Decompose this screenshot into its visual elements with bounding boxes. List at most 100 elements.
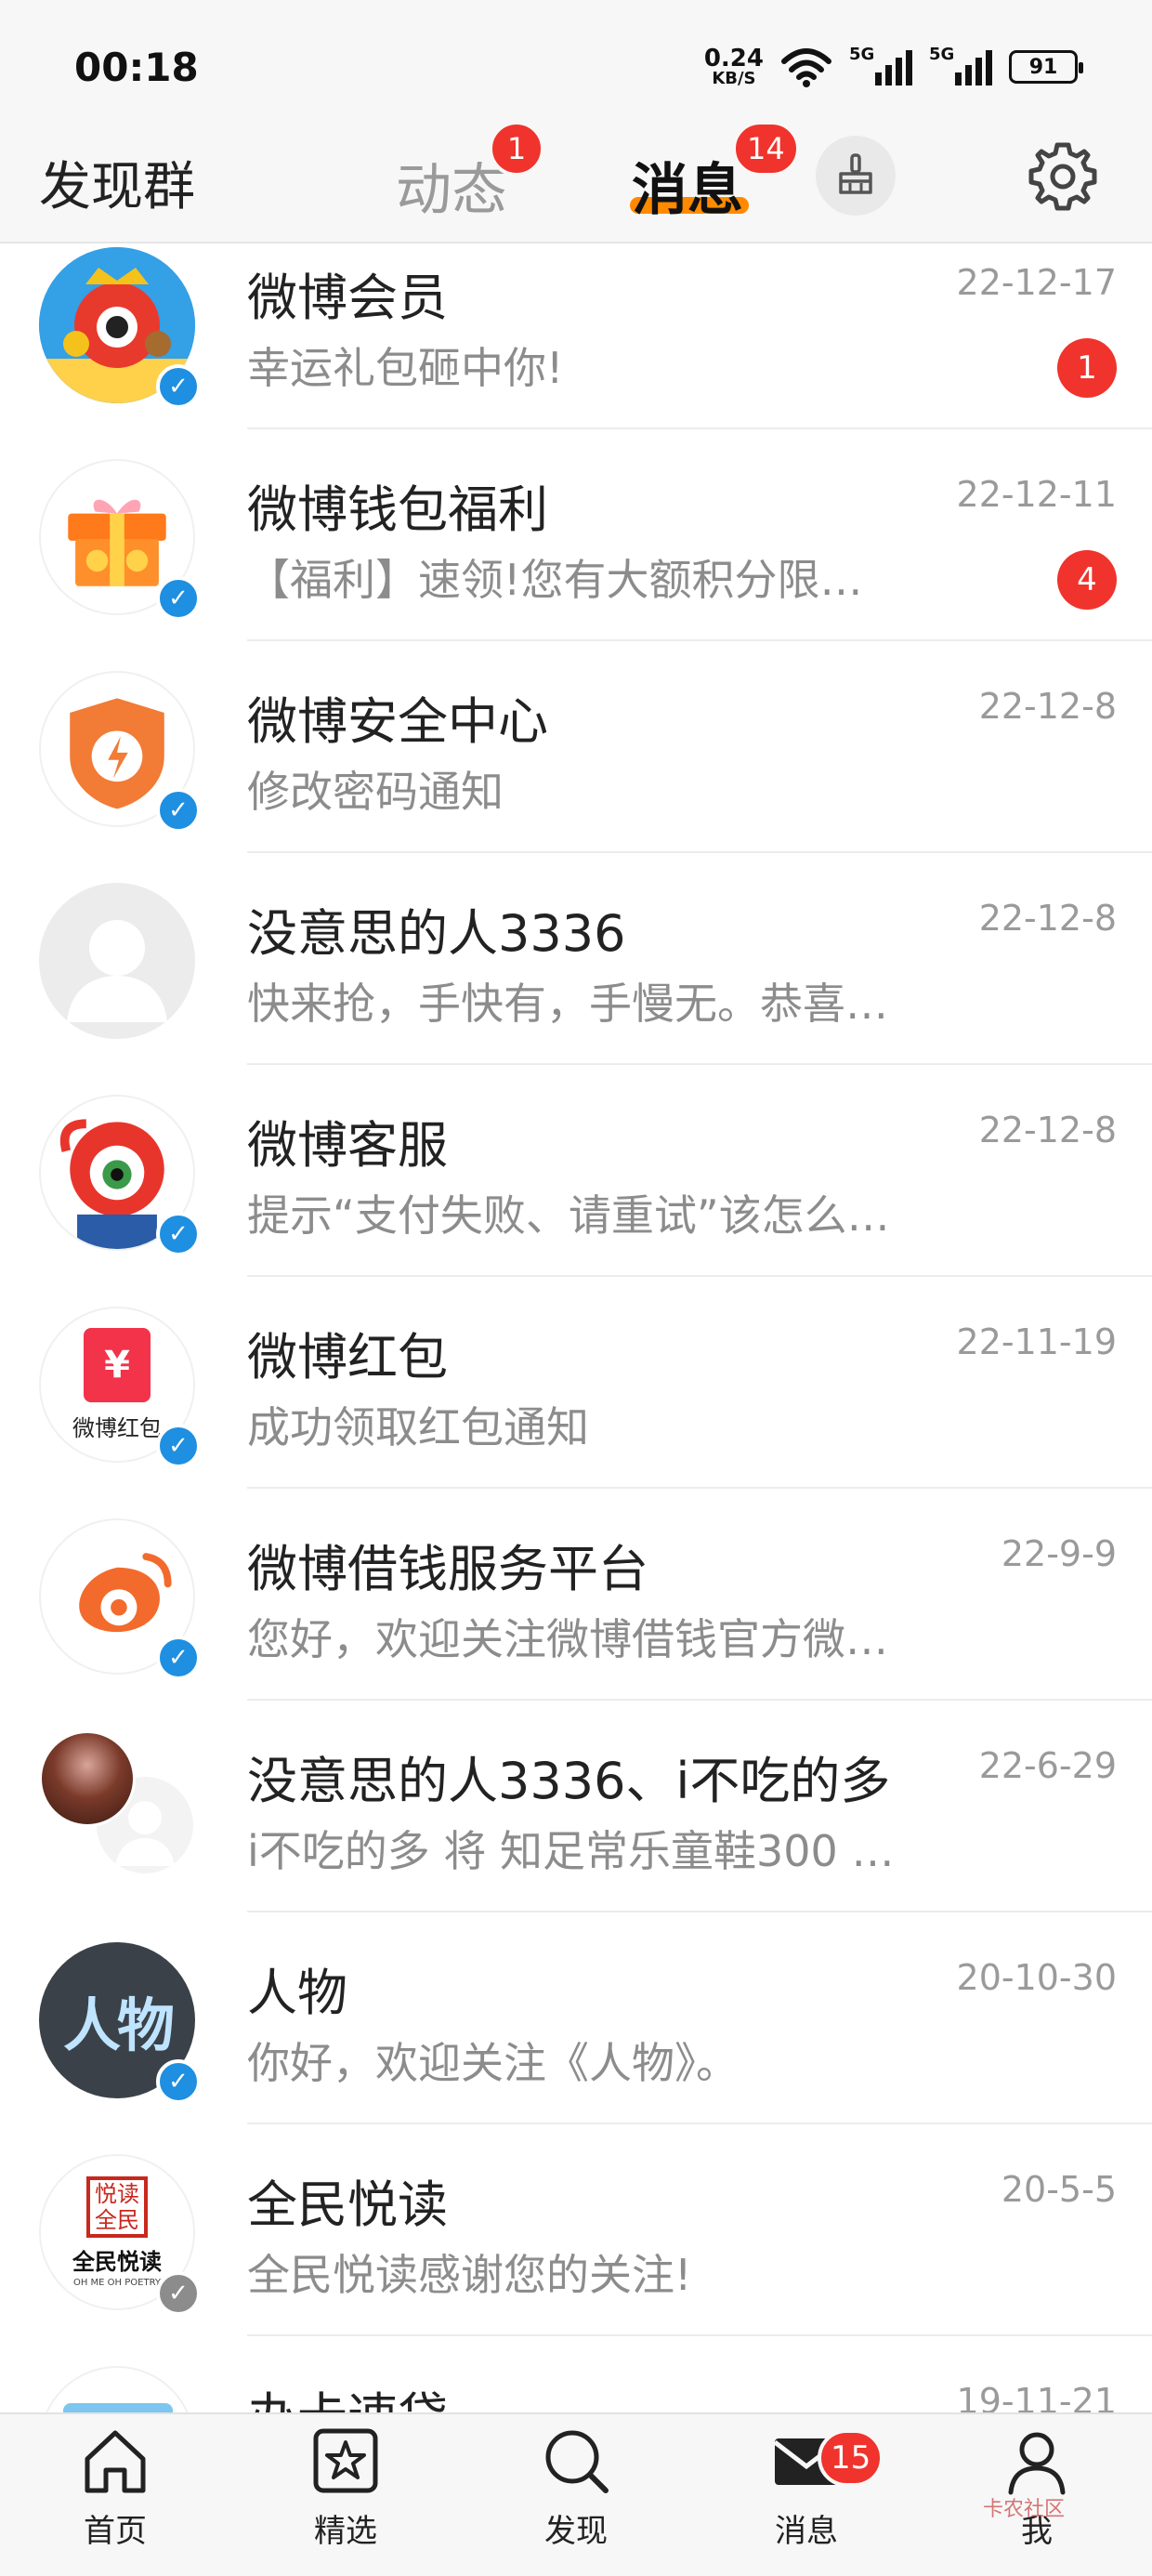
- clean-unread-button[interactable]: [816, 136, 896, 216]
- conversation-date: 22-9-9: [1001, 1533, 1117, 1574]
- tab-home[interactable]: 首页: [50, 2424, 180, 2572]
- conversation-preview: i不吃的多 将 知足常乐童鞋300 …: [247, 1826, 895, 1876]
- avatar-logo-text: 人物: [62, 1991, 175, 2059]
- verified-badge-icon: ✓: [156, 1424, 201, 1468]
- signal-label: 5G: [929, 45, 955, 64]
- conversation-name: 全民悦读: [247, 2175, 448, 2234]
- tab-label: 发现: [544, 2513, 608, 2550]
- profile-icon: [1008, 2432, 1066, 2495]
- conversation-name: 没意思的人3336、i不吃的多: [247, 1752, 891, 1810]
- discover-group-link[interactable]: 发现群: [39, 145, 195, 220]
- wifi-icon: [781, 48, 831, 87]
- group-avatar: [39, 1730, 195, 1886]
- conversation-name: 人物: [247, 1964, 347, 2022]
- verified-badge-icon: ✓: [156, 1212, 201, 1256]
- tab-label: 首页: [84, 2513, 147, 2550]
- conversation-preview: 您好，欢迎关注微博借钱官方微…: [247, 1614, 888, 1664]
- conversation-name: 办卡速贷: [247, 2375, 448, 2412]
- avatar-caption: 全民悦读: [72, 2249, 162, 2275]
- avatar: [39, 2366, 195, 2412]
- conversation-date: 19-11-21: [956, 2381, 1117, 2412]
- battery-icon: 91: [1009, 50, 1083, 84]
- gear-icon[interactable]: [1026, 139, 1100, 214]
- conversation-date: 22-12-8: [978, 1110, 1117, 1150]
- conversation-date: 22-11-19: [956, 1321, 1117, 1362]
- conversation-date: 20-5-5: [1001, 2169, 1117, 2210]
- conversation-preview: 你好，欢迎关注《人物》。: [247, 2038, 739, 2088]
- tab-label: 消息: [775, 2513, 838, 2550]
- avatar: [39, 1730, 136, 1827]
- cellular-signal-icon: 5G: [929, 45, 992, 85]
- verified-badge-icon: ✓: [156, 364, 201, 409]
- conversation-date: 20-10-30: [956, 1957, 1117, 1998]
- message-row[interactable]: 办卡速贷 19-11-21: [0, 2336, 1152, 2412]
- watermark-text: 卡农社区: [983, 2498, 1066, 2521]
- message-row[interactable]: ✓ 微博客服 提示“支付失败、请重试”该怎么… 22-12-8: [0, 1065, 1152, 1277]
- home-icon: [85, 2430, 146, 2493]
- tab-messages[interactable]: 消息: [632, 145, 743, 226]
- avatar-caption: 微博红包: [72, 1414, 162, 1441]
- network-speed-unit: KB/S: [712, 69, 756, 88]
- broom-icon: [839, 153, 872, 194]
- conversation-date: 22-12-17: [956, 262, 1117, 303]
- seal-logo: 悦读全民: [86, 2176, 148, 2238]
- avatar-subcaption: OH ME OH POETRY: [72, 2278, 161, 2288]
- message-row[interactable]: ✓ 微博会员 幸运礼包砸中你! 22-12-17 1: [0, 243, 1152, 429]
- tab-label: 精选: [314, 2513, 377, 2550]
- conversation-date: 22-12-8: [978, 686, 1117, 727]
- conversation-preview: 快来抢，手快有，手慢无。恭喜…: [247, 979, 888, 1029]
- status-icons: 0.24 KB/S 5G 5G 91: [704, 41, 1083, 93]
- verified-badge-icon: ✓: [156, 2271, 201, 2316]
- verified-badge-icon: ✓: [156, 1636, 201, 1680]
- conversation-preview: 修改密码通知: [247, 767, 504, 817]
- verified-badge-icon: ✓: [156, 788, 201, 833]
- message-row[interactable]: ✓ 微博钱包福利 【福利】速领!您有大额积分限… 22-12-11 4: [0, 429, 1152, 641]
- card-icon: [63, 2403, 173, 2412]
- cellular-signal-icon: 5G: [849, 45, 912, 85]
- star-icon: [313, 2428, 378, 2493]
- network-speed-value: 0.24: [703, 45, 764, 72]
- conversation-date: 22-12-8: [978, 898, 1117, 939]
- message-row[interactable]: ✓ 微博借钱服务平台 您好，欢迎关注微博借钱官方微… 22-9-9: [0, 1489, 1152, 1701]
- conversation-name: 微博安全中心: [247, 692, 548, 751]
- message-row[interactable]: 人物 ✓ 人物 你好，欢迎关注《人物》。 20-10-30: [0, 1912, 1152, 2124]
- conversation-preview: 成功领取红包通知: [247, 1402, 589, 1452]
- message-row[interactable]: ✓ 微博安全中心 修改密码通知 22-12-8: [0, 641, 1152, 853]
- bottom-tab-bar: 首页 精选 发现 消息 15 我: [0, 2412, 1152, 2576]
- top-nav: 发现群 动态 1 消息 14: [0, 121, 1152, 243]
- conversation-name: 微博红包: [247, 1328, 448, 1387]
- status-bar: 00:18 0.24 KB/S 5G 5G 91: [0, 0, 1152, 121]
- tab-discover[interactable]: 发现: [511, 2424, 641, 2572]
- network-speed: 0.24 KB/S: [704, 46, 764, 87]
- message-row[interactable]: ¥ 微博红包 ✓ 微博红包 成功领取红包通知 22-11-19: [0, 1277, 1152, 1489]
- conversation-name: 微博借钱服务平台: [247, 1540, 648, 1598]
- red-packet-icon: ¥: [84, 1327, 151, 1402]
- conversation-name: 微博会员: [247, 269, 448, 327]
- message-list: ✓ 微博会员 幸运礼包砸中你! 22-12-17 1 ✓ 微博钱包福利 【福利】…: [0, 243, 1152, 2412]
- conversation-preview: 全民悦读感谢您的关注!: [247, 2250, 692, 2300]
- conversation-date: 22-12-11: [956, 474, 1117, 515]
- conversation-date: 22-6-29: [978, 1745, 1117, 1786]
- tab-messages-bottom-badge: 15: [818, 2429, 884, 2487]
- unread-badge: 4: [1057, 550, 1117, 610]
- avatar: [39, 883, 195, 1039]
- verified-badge-icon: ✓: [156, 2059, 201, 2104]
- unread-badge: 1: [1057, 338, 1117, 398]
- verified-badge-icon: ✓: [156, 576, 201, 621]
- search-icon: [545, 2430, 609, 2493]
- conversation-name: 微博钱包福利: [247, 480, 548, 539]
- conversation-name: 没意思的人3336: [247, 904, 626, 963]
- tab-messages-bottom[interactable]: 消息 15: [741, 2424, 884, 2572]
- tab-featured[interactable]: 精选: [281, 2424, 411, 2572]
- message-row[interactable]: 没意思的人3336、i不吃的多 i不吃的多 将 知足常乐童鞋300 … 22-6…: [0, 1701, 1152, 1912]
- conversation-preview: 提示“支付失败、请重试”该怎么…: [247, 1190, 890, 1241]
- conversation-preview: 【福利】速领!您有大额积分限…: [247, 555, 863, 605]
- signal-label: 5G: [849, 45, 875, 64]
- message-row[interactable]: 悦读全民 全民悦读 OH ME OH POETRY ✓ 全民悦读 全民悦读感谢您…: [0, 2124, 1152, 2336]
- default-avatar-icon: [67, 920, 167, 1022]
- tab-dynamic-badge: 1: [489, 121, 544, 177]
- conversation-name: 微博客服: [247, 1116, 448, 1175]
- message-row[interactable]: 没意思的人3336 快来抢，手快有，手慢无。恭喜… 22-12-8: [0, 853, 1152, 1065]
- tab-messages-badge: 14: [732, 121, 800, 177]
- status-time: 00:18: [74, 45, 199, 90]
